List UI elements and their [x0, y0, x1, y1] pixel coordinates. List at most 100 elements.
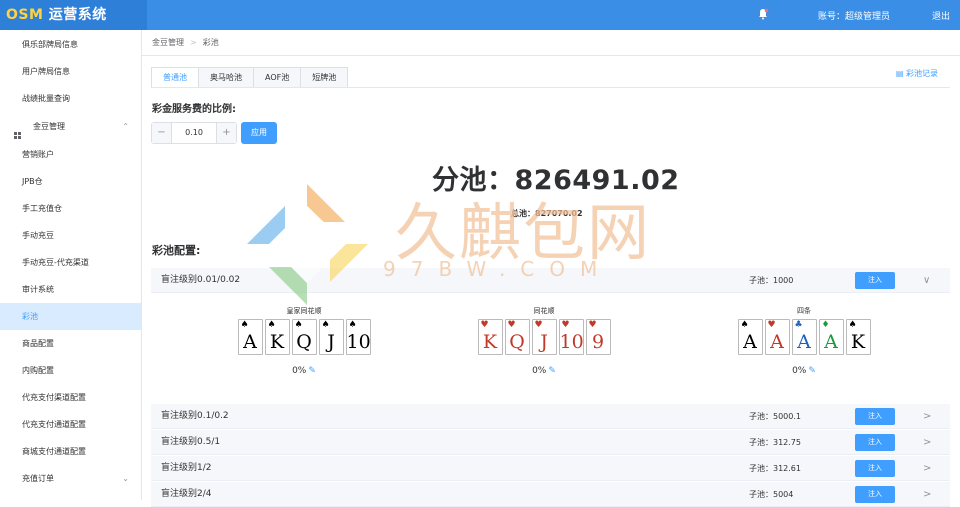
- blind-level-row[interactable]: 盲注级别1/2 子池：312.61 注入 >: [151, 456, 950, 481]
- tab-omaha-pool[interactable]: 奥马哈池: [198, 67, 253, 88]
- breadcrumb-separator: >: [190, 38, 197, 47]
- hand-percent-value: 0%: [532, 366, 547, 376]
- card-row: ♠ A ♠ K ♠ Q ♠ J ♠ 10: [224, 319, 384, 355]
- sidebar-item-label: 商品配置: [22, 339, 54, 348]
- sidebar-item[interactable]: 审计系统: [0, 276, 141, 303]
- sidebar-item[interactable]: 手工充值仓: [0, 195, 141, 222]
- sidebar: 俱乐部牌局信息用户牌局信息战绩批量查询金豆管理 ⌃ 营销账户 JPB仓手工充值仓手动充…: [0, 30, 142, 500]
- card-suit: ♠: [321, 320, 330, 330]
- playing-card: ♥ Q: [504, 319, 530, 355]
- sidebar-item-label: 金豆管理: [33, 122, 65, 131]
- playing-card: ♠ J: [318, 319, 344, 355]
- sidebar-item-label: 彩池: [22, 312, 38, 321]
- inject-button[interactable]: 注入: [855, 460, 895, 477]
- sidebar-group-gold-bean[interactable]: 金豆管理 ⌃: [0, 113, 141, 140]
- subpool-value: 子池：5004: [749, 490, 794, 499]
- grid-icon: [14, 123, 21, 139]
- tab-short-deck-pool[interactable]: 短牌池: [300, 67, 349, 88]
- card-rank: A: [770, 331, 784, 353]
- sidebar-item-label: 手动充豆: [22, 231, 54, 240]
- bell-icon[interactable]: [757, 8, 769, 20]
- sidebar-item[interactable]: 用户牌局信息: [0, 58, 141, 85]
- hand-percent: 0% ✎: [464, 366, 624, 376]
- chevron-right-icon[interactable]: >: [923, 456, 931, 481]
- account-name[interactable]: 账号：超级管理员: [818, 9, 890, 22]
- decrement-button[interactable]: −: [152, 123, 172, 143]
- sidebar-item-label: 俱乐部牌局信息: [22, 40, 78, 49]
- hand-percent-value: 0%: [792, 366, 807, 376]
- card-rank: J: [327, 331, 335, 353]
- playing-card: ♠ A: [237, 319, 263, 355]
- hand-title: 同花顺: [533, 307, 555, 315]
- inject-button[interactable]: 注入: [855, 486, 895, 503]
- chevron-right-icon[interactable]: >: [923, 482, 931, 507]
- playing-card: ♠ Q: [291, 319, 317, 355]
- sidebar-item[interactable]: 代充支付渠道配置: [0, 384, 141, 411]
- playing-card: ♣ A: [791, 319, 817, 355]
- inject-button[interactable]: 注入: [855, 272, 895, 289]
- tab-normal-pool[interactable]: 普通池: [151, 67, 198, 88]
- sidebar-item[interactable]: 手动充豆-代充渠道: [0, 249, 141, 276]
- playing-card: ♥ K: [477, 319, 503, 355]
- sidebar-item[interactable]: 代充支付通道配置: [0, 411, 141, 438]
- chevron-down-icon[interactable]: ∨: [923, 268, 930, 293]
- card-rank: A: [243, 331, 257, 353]
- sidebar-item[interactable]: 商品配置: [0, 330, 141, 357]
- card-rank: A: [797, 331, 811, 353]
- playing-card: ♥ J: [531, 319, 557, 355]
- pool-record-link[interactable]: ▤ 彩池记录: [896, 68, 938, 79]
- subpool-value: 子池：1000: [749, 276, 794, 285]
- playing-card: ♥ 9: [585, 319, 611, 355]
- sidebar-item-label: JPB仓: [22, 177, 43, 186]
- blind-level-row[interactable]: 盲注级别2/4 子池：5004 注入 >: [151, 482, 950, 507]
- sidebar-item-label: 代充支付通道配置: [22, 420, 86, 429]
- tab-aof-pool[interactable]: AOF池: [253, 67, 301, 88]
- sidebar-item-label: 营销账户: [22, 150, 54, 159]
- card-suit: ♠: [240, 320, 249, 330]
- chevron-right-icon[interactable]: >: [923, 430, 931, 455]
- breadcrumb-current: 彩池: [202, 38, 219, 47]
- card-rank: J: [540, 331, 548, 353]
- card-rank: Q: [509, 331, 525, 353]
- sidebar-item[interactable]: 俱乐部牌局信息: [0, 31, 141, 58]
- sidebar-item[interactable]: 营销账户: [0, 141, 141, 168]
- sidebar-item-label: 代充支付渠道配置: [22, 393, 86, 402]
- sidebar-item[interactable]: 手动充豆: [0, 222, 141, 249]
- pool-tabs: 普通池 奥马哈池 AOF池 短牌池: [151, 67, 349, 88]
- increment-button[interactable]: +: [216, 123, 236, 143]
- sidebar-item[interactable]: 内购配置: [0, 357, 141, 384]
- card-rank: A: [743, 331, 757, 353]
- sidebar-item-label: 战绩批量查询: [22, 94, 70, 103]
- sidebar-item[interactable]: 彩池: [0, 303, 141, 330]
- sidebar-item[interactable]: JPB仓: [0, 168, 141, 195]
- hand-percent-value: 0%: [292, 366, 307, 376]
- pool-config-label: 彩池配置:: [152, 244, 201, 257]
- card-row: ♥ K ♥ Q ♥ J ♥ 10 ♥ 9: [464, 319, 624, 355]
- sidebar-item[interactable]: 战绩批量查询: [0, 85, 141, 112]
- card-rank: 10: [559, 331, 584, 353]
- logout-link[interactable]: 退出: [932, 9, 950, 22]
- edit-icon[interactable]: ✎: [548, 366, 556, 376]
- edit-icon[interactable]: ✎: [808, 366, 816, 376]
- tabs-divider: [151, 87, 950, 88]
- inject-button[interactable]: 注入: [855, 434, 895, 451]
- sidebar-item[interactable]: 充值订单 ⌄: [0, 465, 141, 492]
- blind-level-row[interactable]: 盲注级别0.01/0.02 子池：1000 注入 ∨: [151, 268, 950, 293]
- total-pool: 总池：827070.02: [511, 209, 583, 218]
- breadcrumb-parent[interactable]: 金豆管理: [152, 38, 184, 47]
- edit-icon[interactable]: ✎: [308, 366, 316, 376]
- fee-ratio-input[interactable]: 0.10: [172, 123, 216, 143]
- fee-ratio-label: 彩金服务费的比例:: [152, 104, 236, 115]
- playing-card: ♠ 10: [345, 319, 371, 355]
- sidebar-item[interactable]: 商城支付通道配置: [0, 438, 141, 465]
- blind-level-row[interactable]: 盲注级别0.5/1 子池：312.75 注入 >: [151, 430, 950, 455]
- app-logo[interactable]: OSM 运营系统: [0, 0, 147, 30]
- card-rank: K: [482, 331, 498, 353]
- blind-level-label: 盲注级别0.5/1: [161, 437, 221, 447]
- inject-button[interactable]: 注入: [855, 408, 895, 425]
- hand-percent: 0% ✎: [224, 366, 384, 376]
- apply-button[interactable]: 应用: [241, 122, 277, 144]
- chevron-right-icon[interactable]: >: [923, 404, 931, 429]
- sidebar-item-label: 商城支付通道配置: [22, 447, 86, 456]
- blind-level-row[interactable]: 盲注级别0.1/0.2 子池：5000.1 注入 >: [151, 404, 950, 429]
